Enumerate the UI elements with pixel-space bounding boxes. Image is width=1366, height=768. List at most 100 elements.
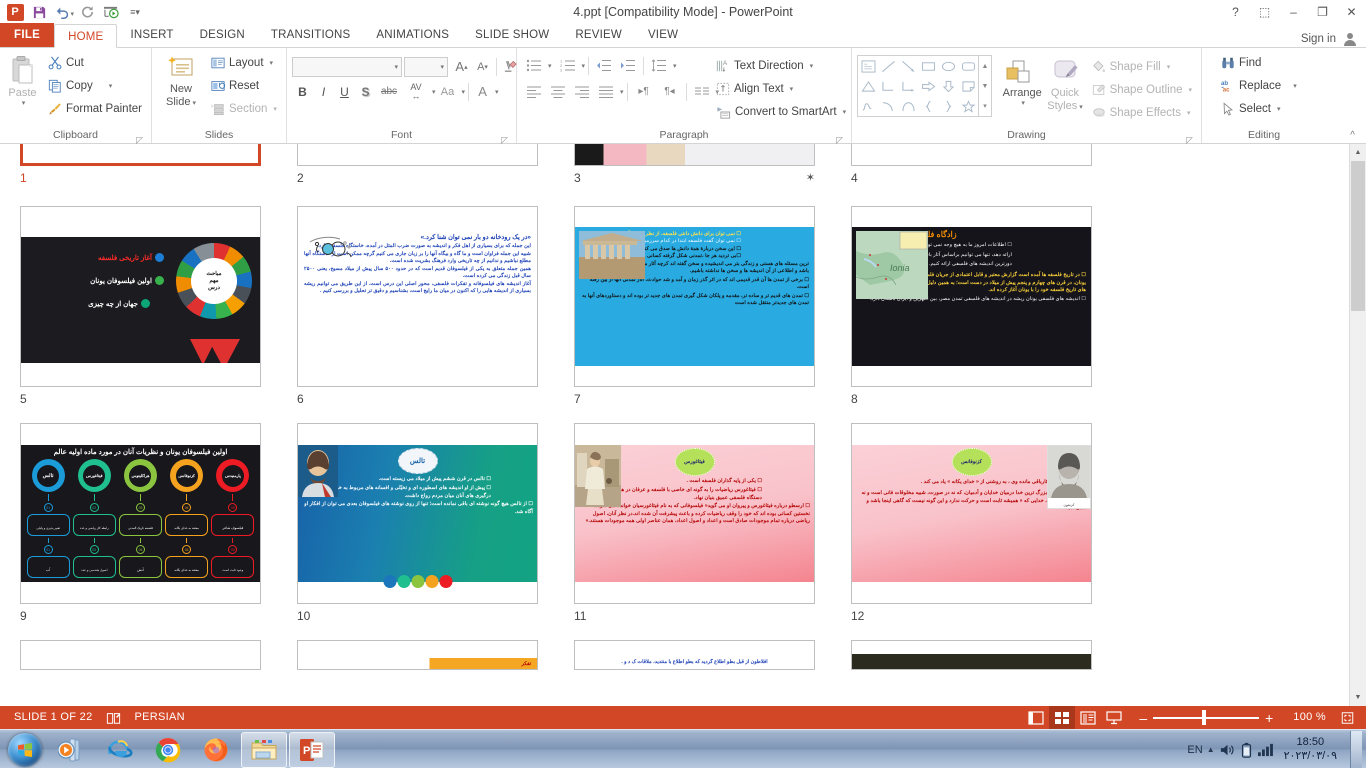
- slide-sorter-icon[interactable]: [1049, 706, 1075, 729]
- slide-thumbnail-13[interactable]: [20, 640, 261, 670]
- slide-thumbnail-16[interactable]: [851, 640, 1092, 670]
- align-left-button[interactable]: [522, 81, 546, 102]
- show-hidden-icons-button[interactable]: ▲: [1207, 745, 1215, 754]
- slide-cell-9[interactable]: اولین فیلسوفان یونان و نظریات آنان در مو…: [0, 423, 277, 626]
- powerpoint-taskbar-icon[interactable]: P: [289, 732, 335, 768]
- underline-button[interactable]: U: [334, 81, 355, 102]
- shape-outline-button[interactable]: Shape Outline ▾: [1088, 78, 1196, 101]
- shape-triangle[interactable]: [858, 76, 878, 96]
- volume-icon[interactable]: [1219, 742, 1236, 758]
- battery-icon[interactable]: [1240, 742, 1253, 758]
- close-button[interactable]: ✕: [1337, 0, 1366, 24]
- fit-to-window-icon[interactable]: [1334, 706, 1360, 729]
- shape-curve-down[interactable]: [878, 96, 898, 116]
- start-slideshow-icon[interactable]: [100, 2, 122, 22]
- customize-qat-icon[interactable]: ≡​▾: [124, 2, 146, 22]
- scrollbar-thumb[interactable]: [1351, 161, 1365, 311]
- slide-cell-2[interactable]: 2: [277, 144, 554, 190]
- animation-indicator-icon[interactable]: ✶: [806, 169, 815, 188]
- slideshow-icon[interactable]: [1101, 706, 1127, 729]
- tab-transitions[interactable]: TRANSITIONS: [258, 23, 364, 47]
- shape-rectangle[interactable]: [918, 56, 938, 76]
- layout-button[interactable]: Layout ▾: [207, 51, 281, 74]
- reset-button[interactable]: Reset: [207, 74, 281, 97]
- slide-indicator[interactable]: SLIDE 1 OF 22: [6, 706, 101, 729]
- slide-cell-12[interactable]: کزنفون کزنوفانس ☐ در مختصری از آثارباقی …: [831, 423, 1108, 626]
- change-case-button[interactable]: Aa: [436, 81, 460, 102]
- clipboard-dialog-launcher[interactable]: ◸: [135, 133, 144, 142]
- tray-language[interactable]: EN: [1187, 744, 1202, 756]
- paste-button[interactable]: Paste ▾: [5, 51, 40, 107]
- slide-cell-11[interactable]: فیثاغورس ☐ یکی از پایه گذاران فلسفه است …: [554, 423, 831, 626]
- ltr-direction-button[interactable]: ▸¶: [631, 81, 657, 102]
- font-size-input[interactable]: ▾: [404, 57, 448, 77]
- show-desktop-button[interactable]: [1350, 731, 1362, 768]
- slide-cell-8[interactable]: Ionia زادگاه فلسفه ☐ اطلاعات امروز ما به…: [831, 206, 1108, 409]
- align-text-button[interactable]: Align Text ▾: [712, 77, 850, 100]
- shapes-gallery[interactable]: [857, 55, 979, 117]
- align-center-button[interactable]: [546, 81, 570, 102]
- redo-icon[interactable]: [76, 2, 98, 22]
- slide-thumbnail-2[interactable]: [297, 144, 538, 166]
- slide-thumbnail-14[interactable]: تفکر: [297, 640, 538, 670]
- zoom-in-button[interactable]: +: [1259, 710, 1279, 726]
- minimize-button[interactable]: –: [1279, 0, 1308, 24]
- slide-cell-4[interactable]: 4: [831, 144, 1108, 190]
- decrease-font-size-button[interactable]: A▾: [472, 56, 493, 77]
- columns-button[interactable]: [690, 81, 714, 102]
- shapes-gallery-more-button[interactable]: ▾: [979, 96, 991, 116]
- arrange-button[interactable]: Arrange ▾: [1000, 55, 1044, 107]
- start-button[interactable]: [2, 731, 48, 768]
- slide-thumbnail-11[interactable]: فیثاغورس ☐ یکی از پایه گذاران فلسفه است …: [574, 423, 815, 604]
- zoom-level[interactable]: 100 %: [1285, 706, 1334, 729]
- zoom-slider[interactable]: – +: [1133, 706, 1279, 729]
- network-signal-icon[interactable]: [1257, 742, 1274, 757]
- language-indicator[interactable]: PERSIAN: [127, 706, 193, 729]
- shape-left-brace[interactable]: [918, 96, 938, 116]
- decrease-indent-button[interactable]: [592, 55, 616, 76]
- tab-view[interactable]: VIEW: [635, 23, 691, 47]
- text-shadow-button[interactable]: S: [355, 81, 376, 102]
- select-button[interactable]: Select ▾: [1217, 97, 1301, 120]
- shape-rounded-rectangle[interactable]: [958, 56, 978, 76]
- shape-folded-corner[interactable]: [958, 76, 978, 96]
- shape-right-arrow[interactable]: [918, 76, 938, 96]
- sign-in-area[interactable]: Sign in: [1301, 31, 1366, 47]
- drawing-dialog-launcher[interactable]: ◸: [1185, 133, 1194, 142]
- slide-thumbnail-1[interactable]: [20, 144, 261, 166]
- line-spacing-button[interactable]: [647, 55, 671, 76]
- slide-cell-5[interactable]: مباحث مهم درس آغاز: [0, 206, 277, 409]
- italic-button[interactable]: I: [313, 81, 334, 102]
- slide-cell-7[interactable]: ☐ نمی توان برای دانش دانتی فلسفه، از نظر…: [554, 206, 831, 409]
- chrome-icon[interactable]: [145, 732, 191, 768]
- restore-button[interactable]: ❐: [1308, 0, 1337, 24]
- shapes-gallery-scroll[interactable]: ▲ ▼ ▾: [979, 55, 992, 117]
- tab-home[interactable]: HOME: [54, 24, 117, 48]
- copy-button[interactable]: Copy ▾: [44, 74, 146, 97]
- media-player-icon[interactable]: [49, 732, 95, 768]
- scroll-down-button[interactable]: ▼: [1350, 689, 1366, 706]
- character-spacing-button[interactable]: AV↔: [402, 81, 430, 102]
- shape-elbow-arrow-connector[interactable]: [898, 76, 918, 96]
- zoom-handle[interactable]: [1202, 710, 1206, 725]
- slide-sorter-workspace[interactable]: 1 2 3 ✶ 4: [0, 144, 1366, 706]
- slide-thumbnail-7[interactable]: ☐ نمی توان برای دانش دانتی فلسفه، از نظر…: [574, 206, 815, 387]
- shape-arc[interactable]: [898, 96, 918, 116]
- text-direction-button[interactable]: A Text Direction ▾: [712, 54, 850, 77]
- bullets-button[interactable]: [522, 55, 546, 76]
- ribbon-display-options-button[interactable]: ⬚: [1250, 0, 1279, 24]
- shape-arrow[interactable]: [898, 56, 918, 76]
- increase-indent-button[interactable]: [616, 55, 640, 76]
- tab-insert[interactable]: INSERT: [117, 23, 186, 47]
- tab-animations[interactable]: ANIMATIONS: [363, 23, 462, 47]
- align-right-button[interactable]: [570, 81, 594, 102]
- firefox-icon[interactable]: [193, 732, 239, 768]
- quick-styles-button[interactable]: Quick Styles▾: [1044, 55, 1085, 112]
- notes-icon[interactable]: [101, 706, 127, 729]
- cut-button[interactable]: Cut: [44, 51, 146, 74]
- shapes-scroll-up-button[interactable]: ▲: [979, 56, 991, 76]
- convert-to-smartart-button[interactable]: Convert to SmartArt ▾: [712, 100, 850, 123]
- slide-cell-16[interactable]: [831, 640, 1108, 670]
- shapes-scroll-down-button[interactable]: ▼: [979, 76, 991, 96]
- bold-button[interactable]: B: [292, 81, 313, 102]
